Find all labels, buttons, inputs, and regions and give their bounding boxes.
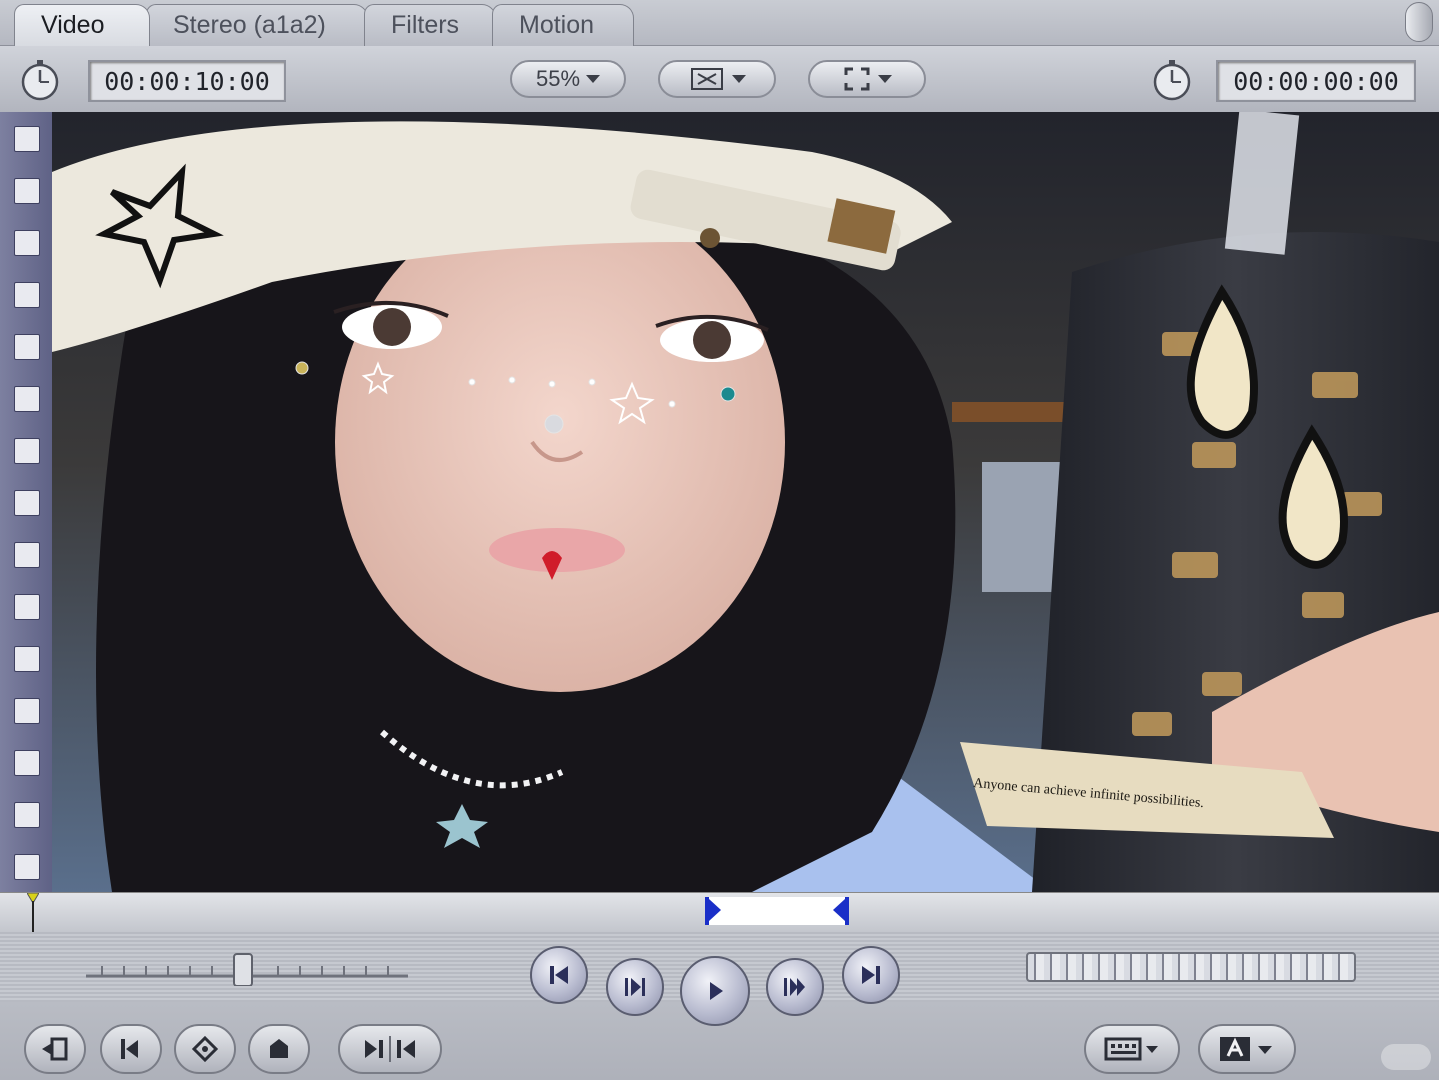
film-strip [0, 112, 52, 892]
transport-controls [0, 932, 1439, 1080]
overlay-popup[interactable] [808, 60, 926, 98]
stopwatch-icon [1153, 60, 1191, 101]
go-to-in-icon [550, 966, 568, 984]
tab-stereo[interactable]: Stereo (a1a2) [146, 4, 368, 46]
mark-split-button[interactable] [338, 1024, 442, 1074]
sprocket-hole [14, 126, 40, 152]
shuttle-slider[interactable] [82, 952, 412, 986]
sprocket-hole [14, 490, 40, 516]
tab-label: Stereo (a1a2) [173, 11, 326, 39]
video-canvas[interactable]: Anyone can achieve infinite possibilitie… [52, 112, 1439, 892]
sprocket-hole [14, 438, 40, 464]
recent-clips-icon [1104, 1037, 1158, 1061]
match-frame-button[interactable] [24, 1024, 86, 1074]
shuttle-knob [233, 953, 253, 986]
tab-bar: Video Stereo (a1a2) Filters Motion [0, 0, 1439, 46]
add-marker-icon [270, 1039, 288, 1058]
sprocket-hole [14, 542, 40, 568]
play-around-button[interactable] [766, 958, 824, 1016]
viewer-toolbar: 00:00:10:00 55% 00:00:00:00 [0, 46, 1439, 112]
title-safe-icon [691, 68, 723, 90]
chevron-down-icon [732, 75, 746, 83]
play-in-to-out-button[interactable] [606, 958, 664, 1016]
recent-clips-popup[interactable] [1084, 1024, 1180, 1074]
sprocket-hole [14, 334, 40, 360]
sprocket-hole [14, 230, 40, 256]
in-point-marker[interactable] [709, 899, 721, 921]
stopwatch-icon [21, 60, 59, 101]
generator-icon [1220, 1037, 1272, 1061]
sprocket-hole [14, 646, 40, 672]
sprocket-hole [14, 750, 40, 776]
mark-in-out-split-icon [365, 1036, 415, 1062]
view-mode-popup[interactable] [658, 60, 776, 98]
zoom-popup[interactable]: 55% [510, 60, 626, 98]
sprocket-hole [14, 594, 40, 620]
jog-control[interactable] [1026, 952, 1356, 982]
play-icon [710, 982, 723, 1000]
tab-label: Motion [519, 11, 595, 39]
sprocket-hole [14, 698, 40, 724]
tab-filters[interactable]: Filters [364, 4, 496, 46]
chevron-down-icon [878, 75, 892, 83]
add-marker-button[interactable] [248, 1024, 310, 1074]
match-frame-icon [42, 1037, 68, 1061]
tab-label: Filters [391, 11, 460, 39]
window-scroll-knob[interactable] [1405, 2, 1433, 42]
play-button[interactable] [680, 956, 750, 1026]
sprocket-hole [14, 386, 40, 412]
mark-in-out-icon [121, 1039, 138, 1059]
current-timecode[interactable]: 00:00:00:00 [1216, 60, 1416, 102]
mark-in-out-button[interactable] [100, 1024, 162, 1074]
out-point-marker[interactable] [833, 899, 845, 921]
add-keyframe-button[interactable] [174, 1024, 236, 1074]
watermark-logo [1381, 1044, 1431, 1070]
zoom-label: 55% [535, 66, 581, 91]
tab-label: Video [41, 11, 105, 39]
video-frame-image [52, 112, 1439, 892]
generator-popup[interactable] [1198, 1024, 1296, 1074]
play-around-icon [784, 978, 805, 996]
add-keyframe-icon [191, 1036, 219, 1062]
tab-video[interactable]: Video [14, 4, 150, 46]
scrubber-bar[interactable] [0, 892, 1439, 933]
sprocket-hole [14, 854, 40, 880]
duration-timecode[interactable]: 00:00:10:00 [88, 60, 286, 102]
tab-motion[interactable]: Motion [492, 4, 634, 46]
go-to-out-button[interactable] [842, 946, 900, 1004]
go-to-in-button[interactable] [530, 946, 588, 1004]
in-out-range[interactable] [705, 897, 849, 925]
sprocket-hole [14, 802, 40, 828]
chevron-down-icon [586, 75, 601, 83]
sprocket-hole [14, 282, 40, 308]
go-to-out-icon [862, 966, 880, 984]
play-in-to-out-icon [625, 978, 645, 996]
overlay-frame-icon [844, 67, 870, 91]
playhead[interactable] [27, 893, 39, 933]
sprocket-hole [14, 178, 40, 204]
